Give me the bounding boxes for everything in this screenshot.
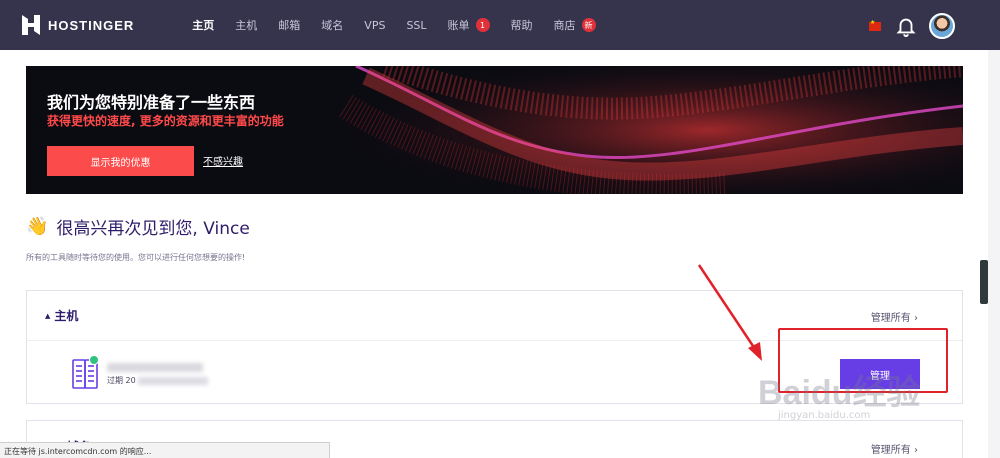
brand-name: HOSTINGER	[48, 17, 135, 33]
promo-banner: 我们为您特别准备了一些东西 获得更快的速度, 更多的资源和更丰富的功能 显示我的…	[26, 66, 963, 194]
show-offers-button[interactable]: 显示我的优惠	[47, 146, 194, 176]
nav-item-label: 域名	[321, 19, 344, 32]
nav-item-label: 商店	[553, 19, 576, 32]
nav-item-label: VPS	[364, 18, 386, 32]
greeting: 👋 很高兴再次见到您, Vince	[26, 214, 250, 239]
top-nav: HOSTINGER 主页 主机 邮箱 域名 VPS SSL 账单 1 帮助 商店…	[0, 0, 1000, 50]
feedback-tab-handle[interactable]	[980, 260, 988, 304]
expiry-date-redacted	[137, 376, 208, 385]
watermark-main: Baidu经验	[758, 374, 921, 412]
not-interested-link[interactable]: 不感兴趣	[203, 153, 243, 168]
expiry-prefix: 过期 20	[107, 376, 136, 385]
bell-icon[interactable]	[895, 15, 917, 37]
nav-item-home[interactable]: 主页	[192, 17, 214, 33]
nav-item-label: 主机	[235, 19, 258, 32]
nav-item-label: 主页	[192, 19, 215, 32]
hosting-domain-redacted	[107, 363, 203, 372]
manage-all-domains-link[interactable]: 管理所有 ›	[871, 441, 918, 456]
nav-item-email[interactable]: 邮箱	[278, 17, 300, 33]
hostinger-logo-icon	[22, 15, 40, 35]
caret-up-icon: ▲	[45, 311, 51, 320]
hosting-expiry: 过期 20	[107, 375, 208, 386]
browser-status-bar: 正在等待 js.intercomcdn.com 的响应...	[0, 442, 330, 458]
nav-right-tools	[869, 13, 955, 39]
nav-item-label: 邮箱	[278, 19, 301, 32]
nav-item-domains[interactable]: 域名	[321, 17, 343, 33]
nav-item-vps[interactable]: VPS	[364, 19, 385, 32]
nav-item-help[interactable]: 帮助	[511, 17, 533, 33]
nav-item-label: SSL	[406, 18, 427, 32]
greeting-subtitle: 所有的工具随时等待您的使用。您可以进行任何您想要的操作!	[26, 253, 246, 262]
banner-subtitle: 获得更快的速度, 更多的资源和更丰富的功能	[47, 114, 284, 128]
nav-item-billing[interactable]: 账单 1	[448, 17, 490, 33]
billing-count-badge: 1	[475, 18, 490, 32]
active-status-icon	[89, 355, 99, 365]
avatar[interactable]	[929, 13, 955, 39]
nav-item-label: 账单	[447, 19, 470, 32]
store-new-badge: 新	[581, 18, 596, 32]
waving-hand-icon: 👋	[26, 216, 49, 237]
manage-all-hosting-link[interactable]: 管理所有 ›	[871, 309, 918, 324]
hostinger-logo[interactable]: HOSTINGER	[22, 15, 134, 35]
main-menu: 主页 主机 邮箱 域名 VPS SSL 账单 1 帮助 商店 新	[192, 17, 616, 33]
banner-title: 我们为您特别准备了一些东西	[47, 93, 256, 112]
nav-item-ssl[interactable]: SSL	[406, 19, 426, 32]
baidu-watermark: Baidu经验 jingyan.baidu.com	[758, 365, 920, 421]
nav-item-hosting[interactable]: 主机	[235, 17, 257, 33]
nav-item-label: 帮助	[510, 19, 533, 32]
hosting-card-title: 主机	[54, 309, 79, 323]
greeting-title: 很高兴再次见到您, Vince	[56, 219, 250, 239]
nav-item-store[interactable]: 商店 新	[554, 17, 596, 33]
china-flag-icon[interactable]	[869, 19, 881, 31]
